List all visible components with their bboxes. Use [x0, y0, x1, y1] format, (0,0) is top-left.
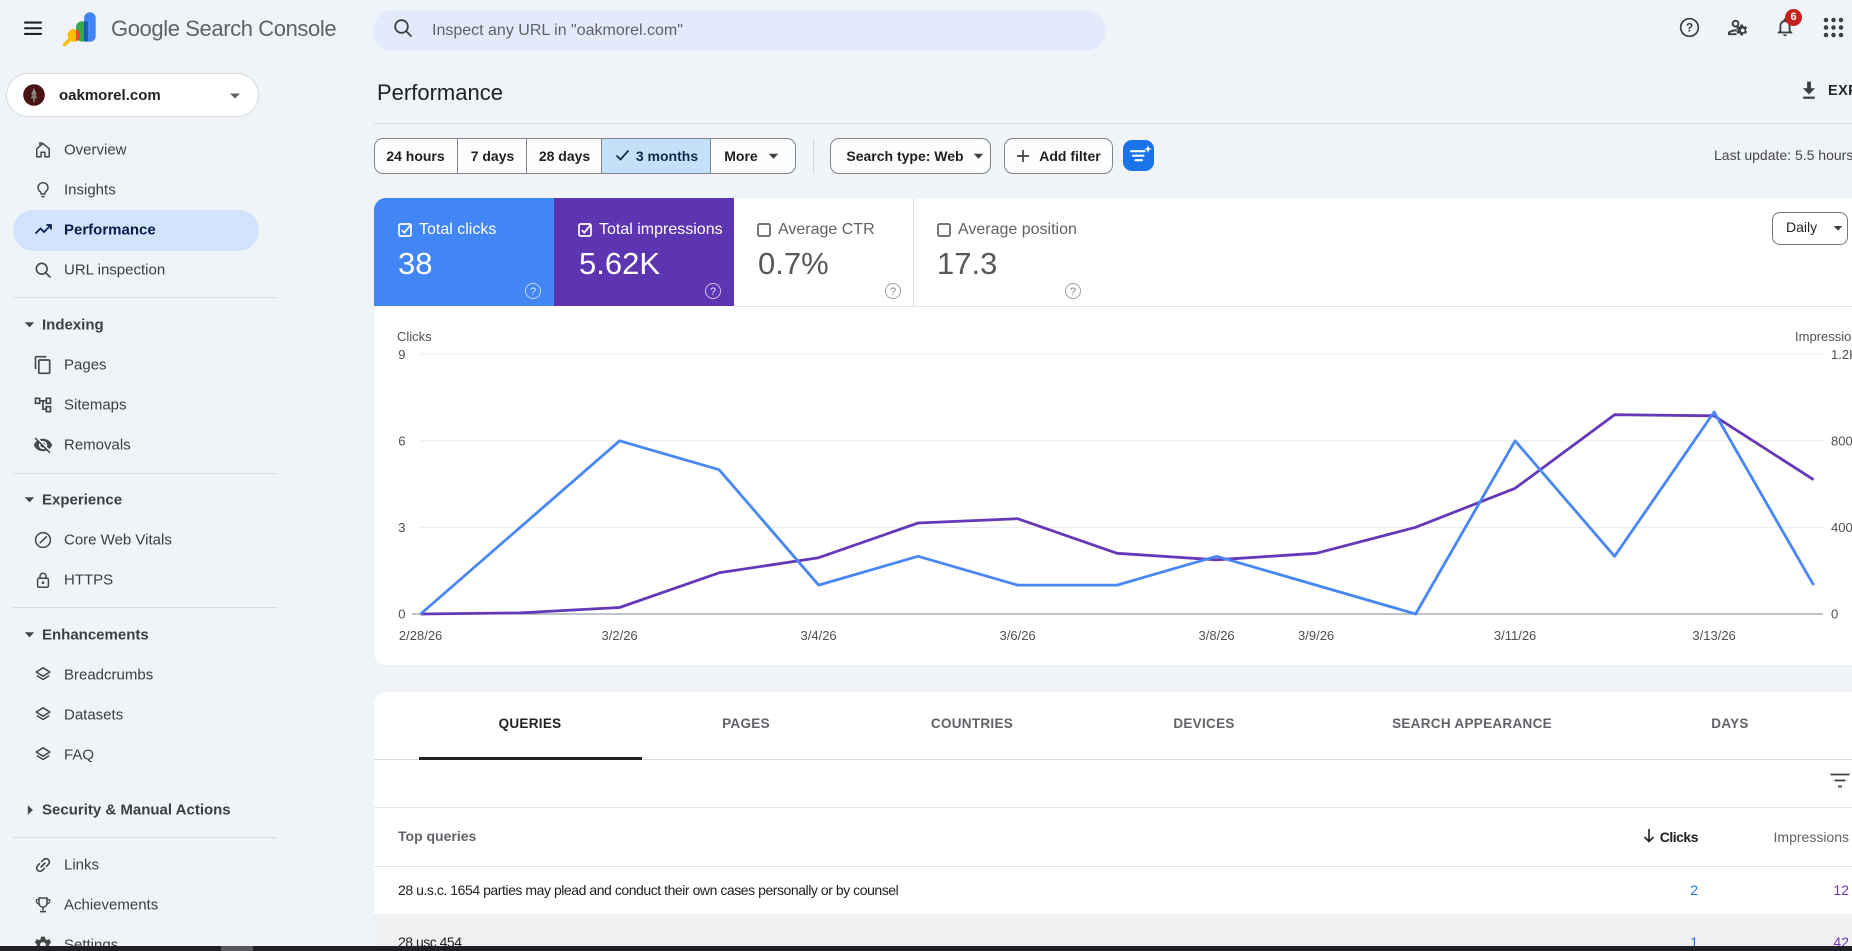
- svg-text:Clicks: Clicks: [397, 329, 432, 344]
- svg-text:3/8/26: 3/8/26: [1199, 628, 1235, 643]
- svg-text:0: 0: [398, 607, 405, 622]
- svg-text:2/28/26: 2/28/26: [399, 628, 442, 643]
- svg-text:400: 400: [1831, 520, 1852, 535]
- svg-text:800: 800: [1831, 433, 1852, 448]
- svg-text:6: 6: [398, 433, 405, 448]
- svg-text:3/4/26: 3/4/26: [801, 628, 837, 643]
- svg-text:?: ?: [1686, 21, 1693, 35]
- svg-text:3/9/26: 3/9/26: [1298, 628, 1334, 643]
- svg-text:3: 3: [398, 520, 405, 535]
- svg-text:3/13/26: 3/13/26: [1692, 628, 1735, 643]
- svg-text:3/2/26: 3/2/26: [602, 628, 638, 643]
- svg-text:1.2K: 1.2K: [1831, 347, 1852, 362]
- svg-text:3/11/26: 3/11/26: [1494, 628, 1536, 643]
- svg-text:Impressions: Impressions: [1795, 329, 1852, 344]
- svg-text:0: 0: [1831, 607, 1838, 622]
- svg-text:9: 9: [398, 347, 405, 362]
- svg-text:3/6/26: 3/6/26: [1000, 628, 1036, 643]
